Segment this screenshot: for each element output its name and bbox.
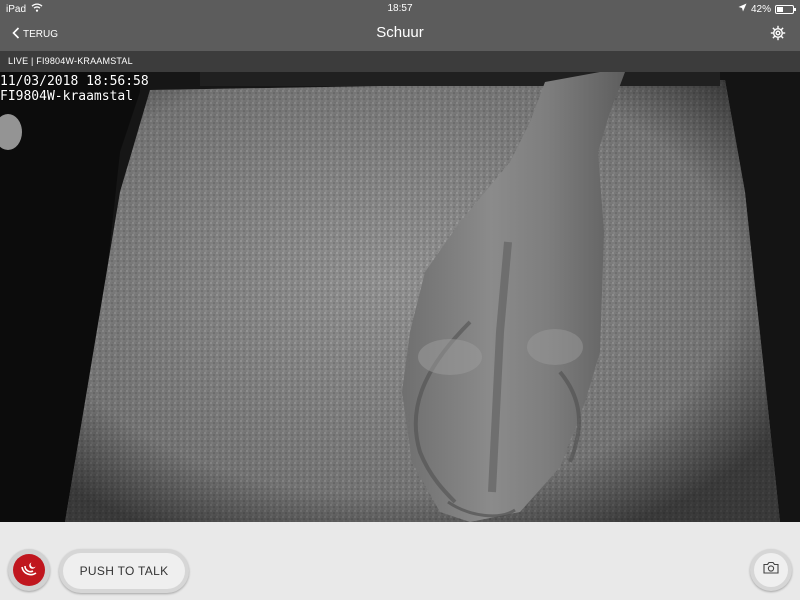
page-title: Schuur bbox=[376, 24, 424, 41]
push-to-talk-button[interactable]: PUSH TO TALK bbox=[59, 549, 189, 593]
video-camera-name: FI9804W-kraamstal bbox=[0, 89, 134, 104]
video-timestamp: 11/03/2018 18:56:58 bbox=[0, 74, 149, 89]
night-vision-button[interactable] bbox=[8, 549, 50, 591]
live-stream-bar: LIVE | FI9804W-KRAAMSTAL bbox=[0, 51, 800, 72]
navigation-bar: TERUG Schuur bbox=[0, 18, 800, 51]
battery-icon bbox=[775, 4, 796, 14]
status-bar: iPad 18:57 42% bbox=[0, 0, 800, 18]
clock: 18:57 bbox=[387, 3, 413, 14]
controls-bar: PUSH TO TALK bbox=[0, 522, 800, 600]
gear-icon bbox=[770, 25, 786, 45]
live-stream-label: LIVE | FI9804W-KRAAMSTAL bbox=[8, 56, 133, 66]
location-arrow-icon bbox=[738, 3, 747, 15]
camera-video-feed[interactable]: 11/03/2018 18:56:58 FI9804W-kraamstal bbox=[0, 72, 800, 522]
snapshot-button[interactable] bbox=[750, 549, 792, 591]
push-to-talk-label: PUSH TO TALK bbox=[63, 553, 185, 589]
night-vision-image bbox=[0, 72, 800, 522]
night-vision-icon bbox=[13, 562, 45, 590]
camera-icon bbox=[763, 561, 779, 579]
battery-percent: 42% bbox=[750, 3, 771, 15]
settings-button[interactable] bbox=[770, 25, 786, 46]
